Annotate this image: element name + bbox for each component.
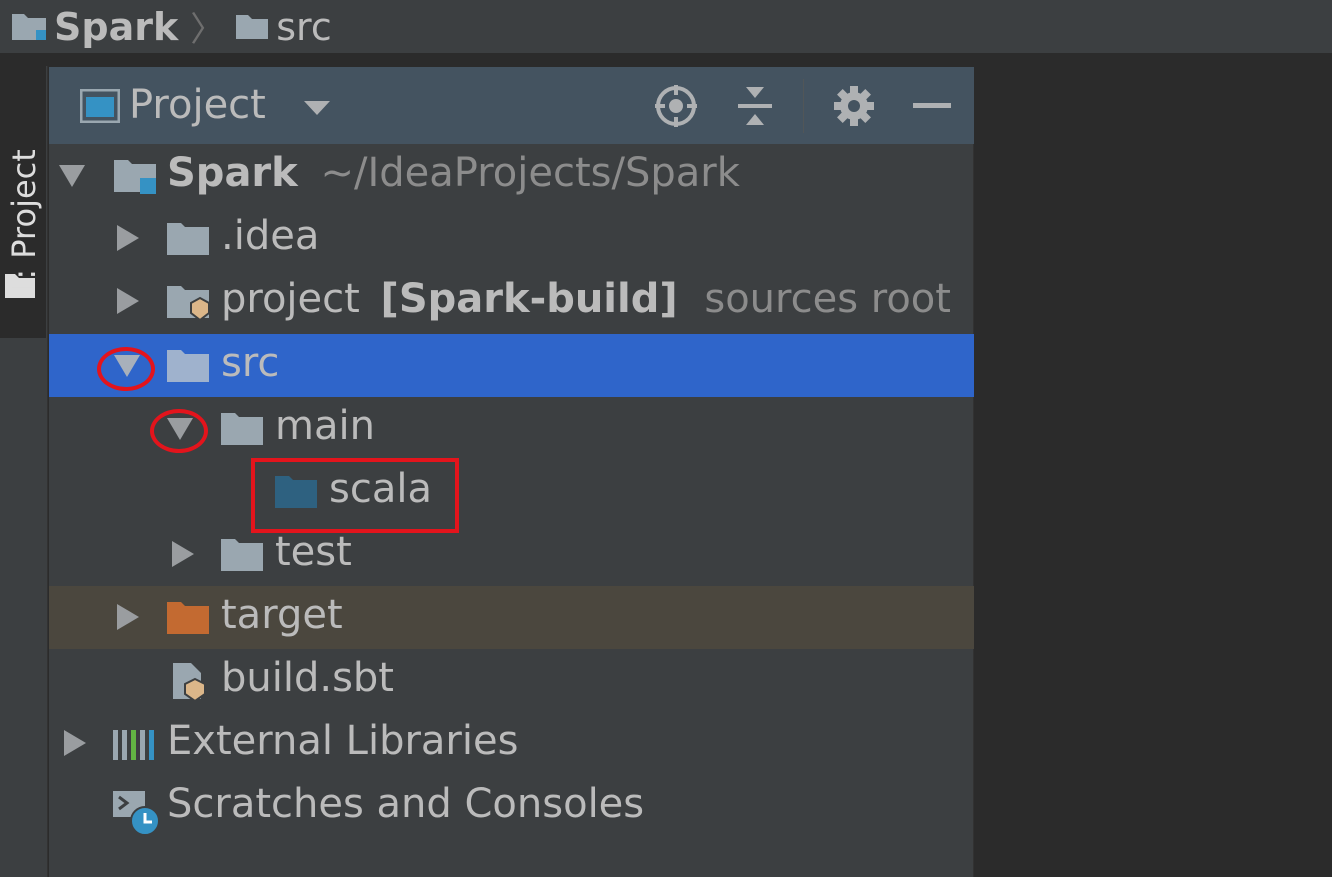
node-name: build.sbt bbox=[221, 655, 394, 701]
locate-icon[interactable] bbox=[653, 83, 699, 129]
tree-node-scratches[interactable]: Scratches and Consoles bbox=[49, 775, 974, 838]
project-folder-icon bbox=[12, 13, 46, 40]
collapse-all-icon[interactable] bbox=[732, 83, 778, 129]
excluded-folder-icon bbox=[167, 602, 209, 634]
annotation-rectangle bbox=[251, 458, 459, 533]
breadcrumb-label: src bbox=[276, 4, 332, 49]
node-name: project bbox=[221, 276, 360, 322]
hide-icon[interactable] bbox=[909, 83, 955, 129]
breadcrumb-separator-icon: 〉 bbox=[190, 10, 225, 50]
collapsed-arrow-icon[interactable] bbox=[112, 602, 142, 632]
node-name: .idea bbox=[221, 213, 320, 259]
collapsed-arrow-icon[interactable] bbox=[59, 728, 89, 758]
project-folder-icon bbox=[114, 160, 156, 194]
tree-node-src[interactable]: src bbox=[49, 334, 974, 397]
folder-icon bbox=[167, 350, 209, 382]
tree-node-idea[interactable]: .idea bbox=[49, 207, 974, 270]
node-name: Scratches and Consoles bbox=[167, 781, 645, 827]
tree-node-project[interactable]: project [Spark-build] sources root bbox=[49, 270, 974, 333]
toolbar-divider bbox=[803, 79, 804, 133]
sbt-module-folder-icon bbox=[167, 286, 210, 322]
project-view-icon bbox=[80, 89, 120, 123]
project-panel: Project Spark ~/IdeaProjects/Spark .idea… bbox=[49, 67, 974, 877]
breadcrumb-label: Spark bbox=[54, 4, 179, 49]
editor-area bbox=[975, 67, 1332, 877]
tree-node-target[interactable]: target bbox=[49, 586, 974, 649]
tree-node-test[interactable]: test bbox=[49, 523, 974, 586]
sbt-file-icon bbox=[173, 663, 206, 701]
node-name: External Libraries bbox=[167, 718, 519, 764]
node-note: sources root bbox=[704, 276, 951, 322]
annotation-circle bbox=[97, 347, 155, 391]
panel-header: Project bbox=[49, 67, 974, 144]
node-name: src bbox=[221, 340, 280, 386]
project-tool-window-label: 1: Project bbox=[5, 149, 43, 300]
collapsed-arrow-icon[interactable] bbox=[167, 539, 197, 569]
folder-icon bbox=[221, 413, 263, 445]
node-name: target bbox=[221, 592, 343, 638]
gear-icon[interactable] bbox=[831, 83, 877, 129]
library-icon bbox=[113, 730, 154, 760]
annotation-circle bbox=[150, 409, 208, 453]
folder-icon bbox=[236, 14, 269, 39]
scratches-icon bbox=[113, 791, 160, 836]
breadcrumb-item-spark[interactable]: Spark bbox=[10, 5, 178, 49]
tree-node-spark[interactable]: Spark ~/IdeaProjects/Spark bbox=[49, 144, 974, 207]
tree-node-scala[interactable]: scala bbox=[49, 460, 974, 523]
node-name: Spark bbox=[167, 150, 298, 196]
collapsed-arrow-icon[interactable] bbox=[112, 286, 142, 316]
node-name: test bbox=[275, 529, 352, 575]
folder-icon bbox=[167, 223, 209, 255]
expanded-arrow-icon[interactable] bbox=[57, 160, 87, 190]
node-name: main bbox=[275, 403, 375, 449]
tree-node-build-sbt[interactable]: build.sbt bbox=[49, 649, 974, 712]
folder-icon bbox=[221, 539, 263, 571]
breadcrumb-item-src[interactable]: src bbox=[234, 4, 332, 49]
tree-node-external-libraries[interactable]: External Libraries bbox=[49, 712, 974, 775]
node-path: ~/IdeaProjects/Spark bbox=[320, 150, 740, 196]
navigation-bar: Spark 〉 src bbox=[0, 0, 1332, 54]
node-module: [Spark-build] bbox=[380, 276, 678, 322]
panel-title-dropdown[interactable]: Project bbox=[129, 82, 266, 128]
collapsed-arrow-icon[interactable] bbox=[112, 223, 142, 253]
chevron-down-icon[interactable] bbox=[302, 99, 332, 117]
